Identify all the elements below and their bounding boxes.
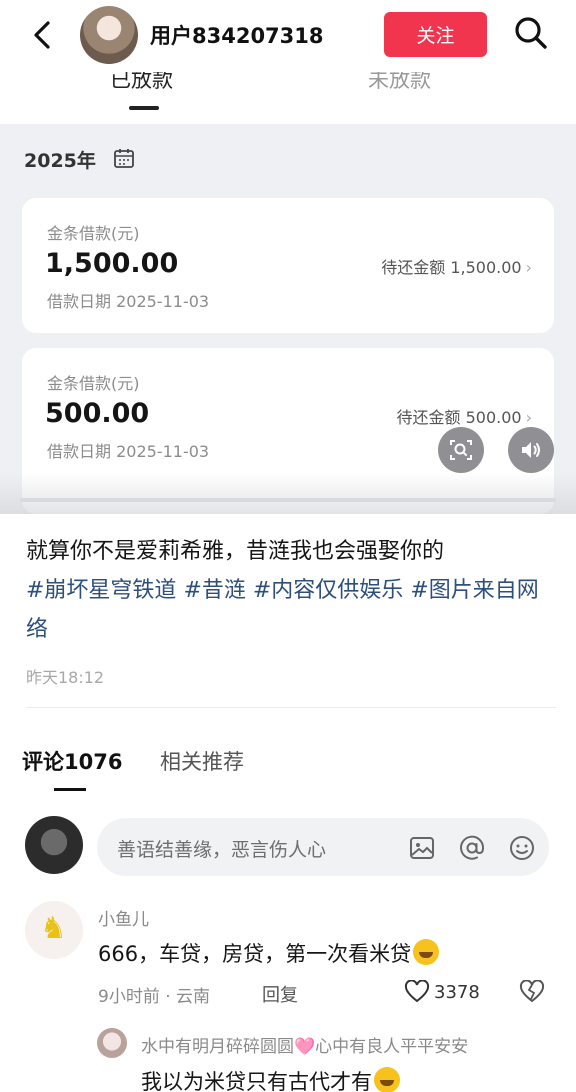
loan-type: 金条借款(元): [47, 224, 140, 243]
image-search-button[interactable]: [438, 427, 484, 473]
author-avatar[interactable]: [80, 6, 138, 64]
laughing-emoji-icon: [413, 939, 440, 965]
caption-text: 就算你不是爱莉希雅，昔涟我也会强娶你的: [26, 539, 445, 564]
comment-tab-indicator: [54, 788, 86, 791]
loan-due-amount: 待还金额 500.00 ›: [397, 404, 532, 428]
comment-body: 666，车贷，房贷，第一次看米贷: [98, 942, 412, 966]
loan-due-text: 待还金额 500.00: [396, 408, 522, 427]
back-arrow-icon[interactable]: [26, 18, 60, 52]
pikachu-icon: ♞: [40, 911, 67, 946]
tab-indicator: [129, 106, 159, 110]
replier-avatar[interactable]: [97, 1028, 127, 1058]
comment-text: 666，车贷，房贷，第一次看米贷: [98, 938, 440, 968]
commenter-name[interactable]: 小鱼儿: [98, 905, 149, 930]
post-image[interactable]: 已放款 未放款 2025年 金条借款(元) 1,500.00 借款日期 2025…: [0, 72, 576, 514]
my-avatar[interactable]: [25, 816, 83, 874]
loan-due-text: 待还金额 1,500.00: [381, 258, 522, 277]
speaker-icon: [522, 442, 540, 458]
like-count: 3378: [434, 982, 480, 1003]
loan-amount: 500.00: [45, 398, 150, 429]
loan-tabs: 已放款 未放款: [0, 72, 576, 124]
mention-icon[interactable]: [458, 834, 486, 862]
chevron-right-icon: ›: [525, 258, 532, 277]
top-bar: 用户834207318 关注: [0, 0, 576, 72]
tab-disbursed: 已放款: [110, 72, 173, 92]
image-fade: [0, 472, 576, 514]
comment-meta: 9小时前 · 云南: [98, 987, 211, 1007]
loan-due-amount: 待还金额 1,500.00 ›: [381, 254, 532, 278]
sound-button[interactable]: [508, 427, 554, 473]
hashtag[interactable]: #崩坏星穹铁道: [26, 578, 176, 603]
reply-body: 我以为米贷只有古代才有: [141, 1070, 372, 1092]
loan-card: 金条借款(元) 1,500.00 借款日期 2025-11-03 待还金额 1,…: [22, 198, 554, 333]
post-time: 昨天18:12: [26, 668, 105, 687]
divider: [26, 707, 556, 708]
loan-type: 金条借款(元): [47, 374, 140, 393]
follow-button[interactable]: 关注: [384, 12, 487, 57]
loan-date: 借款日期 2025-11-03: [47, 442, 210, 461]
hashtag[interactable]: #昔涟: [183, 578, 245, 603]
year-label: 2025年: [24, 150, 96, 172]
broken-heart-icon[interactable]: [519, 980, 545, 1004]
loan-date: 借款日期 2025-11-03: [47, 292, 210, 311]
comment-input-placeholder: 善语结善缘，恶言伤人心: [117, 839, 327, 861]
author-username[interactable]: 用户834207318: [150, 20, 324, 50]
emoji-icon[interactable]: [508, 834, 536, 862]
tab-comments[interactable]: 评论1076: [22, 746, 122, 776]
hashtag[interactable]: #内容仅供娱乐: [253, 578, 403, 603]
image-icon[interactable]: [408, 834, 436, 862]
tab-not-disbursed: 未放款: [368, 72, 431, 92]
calendar-icon: [114, 149, 134, 168]
comment-input[interactable]: 善语结善缘，恶言伤人心: [97, 818, 549, 876]
replier-name[interactable]: 水中有明月碎碎圆圆🩷心中有良人平平安安: [141, 1032, 468, 1057]
heart-icon[interactable]: [404, 980, 430, 1004]
search-icon[interactable]: [512, 14, 550, 52]
image-progress-bar: [20, 498, 556, 502]
loan-amount: 1,500.00: [45, 248, 179, 279]
laughing-emoji-icon: [374, 1067, 400, 1092]
reply-button[interactable]: 回复: [262, 981, 298, 1007]
tab-related[interactable]: 相关推荐: [160, 746, 244, 776]
post-caption: 就算你不是爱莉希雅，昔涟我也会强娶你的 #崩坏星穹铁道 #昔涟 #内容仅供娱乐 …: [26, 532, 554, 649]
scan-icon: [450, 440, 472, 460]
commenter-avatar[interactable]: ♞: [25, 901, 83, 959]
chevron-right-icon: ›: [525, 408, 532, 427]
reply-text: 我以为米贷只有古代才有: [141, 1066, 400, 1092]
